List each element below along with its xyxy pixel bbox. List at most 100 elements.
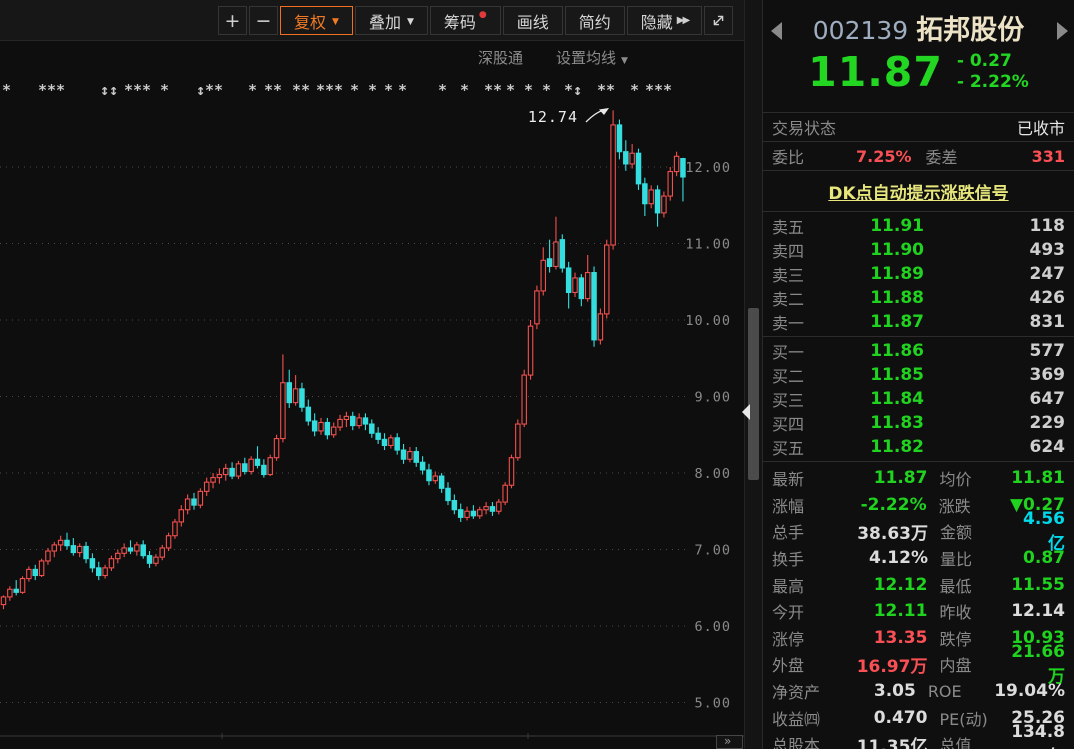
candlestick [661,195,667,214]
candlestick [337,418,343,428]
candlestick [235,463,242,477]
candlestick [489,506,496,512]
weibi-row: 委比 7.25% 委差 331 [763,142,1074,171]
toolbar-button-复权[interactable]: 复权 ▼ [280,6,353,35]
bid-row[interactable]: 买二 11.85 369 [772,363,1065,387]
level-volume: 831 [1029,312,1066,332]
candlestick [476,509,483,517]
candlestick [70,545,77,554]
stat-label: 换手 [772,550,805,570]
toolbar-button-+[interactable]: + [218,6,247,35]
ma-setting-dropdown[interactable]: 设置均线 ▼ [556,47,628,68]
expand-bottom-right-button[interactable]: » [716,735,743,749]
price-change: - 0.27 - 2.22% [957,51,1029,93]
candlestick [623,151,629,165]
bid-row[interactable]: 买五 11.82 624 [772,435,1065,459]
candlestick [216,473,223,479]
ask-row[interactable]: 卖二 11.88 426 [772,286,1065,310]
event-marker: * [368,81,377,99]
bid-row[interactable]: 买三 11.84 647 [772,387,1065,411]
kline-chart-pane[interactable]: 12.00 11.00 10.00 9.00 8.00 7.00 6.00 5.00 * *** ↕… [0,0,744,749]
level-label: 卖五 [772,218,805,237]
bid-row[interactable]: 买一 11.86 577 [772,339,1065,363]
trade-status-label: 交易状态 [772,119,837,138]
stat-row: 总股本 11.35亿总值 134.8亿 [772,722,1065,749]
candlestick [527,325,534,376]
panel-divider [742,0,762,749]
candlestick [667,171,673,197]
double-right-arrow-icon: ▶▶ [676,15,690,26]
candlestick [26,568,32,580]
dk-signal-link[interactable]: DK点自动提示涨跌信号 [828,179,1008,204]
candlestick [534,290,540,325]
candlestick [96,567,102,577]
weibi-label: 委比 [772,148,805,167]
axis-tick-label: 8.00 [694,466,731,482]
candlestick-chart[interactable]: 12.0011.0010.009.008.007.006.005.00* *** ↕… [0,0,744,749]
candlestick [591,272,597,341]
stat-value: 16.97万 [856,656,928,677]
divider-scroll-thumb[interactable] [742,308,759,480]
collapse-arrow-icon[interactable] [742,404,750,420]
toolbar-button-−[interactable]: − [249,6,278,35]
candlestick [89,558,96,569]
ask-row[interactable]: 卖五 11.91 118 [772,214,1065,238]
candlestick [172,521,178,537]
event-marker: *** [645,81,672,99]
toolbar-button-筹码[interactable]: 筹码 ● [429,6,501,35]
expand-arrows-icon [713,15,724,26]
candlestick [540,259,546,292]
candlestick [115,552,121,560]
candlestick [394,437,400,451]
level-label: 卖四 [772,242,805,261]
candlestick [102,567,108,577]
event-marker: * [438,81,447,99]
candlestick [565,267,572,294]
candlestick [451,499,458,511]
candlestick [521,374,527,425]
candlestick [610,124,616,246]
stat-value: 11.35亿 [856,736,928,749]
bid-row[interactable]: 买四 11.83 229 [772,411,1065,435]
stat-row: 最新 11.87 均价 11.81 [772,465,1065,492]
level-volume: 493 [1029,240,1066,260]
toolbar-button-画线[interactable]: 画线 [502,6,563,35]
candlestick [445,487,451,502]
weicha-value: 331 [1031,146,1065,166]
event-marker: *** [316,81,343,99]
axis-tick-label: 6.00 [694,619,731,635]
stock-code: 002139 [812,16,909,45]
axis-tick-label: 10.00 [685,313,731,329]
toolbar-button-隐藏[interactable]: 隐藏 ▶▶ [626,6,703,35]
stat-value: -2.22% [860,494,927,515]
level-volume: 118 [1029,216,1066,236]
ask-row[interactable]: 卖一 11.87 831 [772,310,1065,334]
stat-value: 38.63万 [857,523,928,544]
level-volume: 624 [1029,437,1066,457]
toolbar-button-叠加[interactable]: 叠加 ▼ [354,6,428,35]
stat-value: 134.8亿 [1011,721,1065,749]
ask-row[interactable]: 卖四 11.90 493 [772,238,1065,262]
stat-label: 涨跌 [938,496,971,516]
level-label: 卖二 [772,290,805,309]
candlestick [153,556,159,564]
candlestick [13,588,19,593]
candlestick [470,510,477,517]
candlestick [121,547,127,554]
weicha-label: 委差 [925,148,958,167]
level-volume: 247 [1029,264,1066,284]
fullscreen-button[interactable] [704,6,734,35]
candlestick [343,415,350,421]
candlestick [19,578,26,593]
candlestick [267,457,273,476]
toolbar-button-简约[interactable]: 简约 [564,6,625,35]
candlestick [146,555,153,564]
price-line: 11.87 - 0.27 - 2.22% [763,48,1074,96]
candlestick [648,189,654,205]
candlestick [432,475,439,482]
last-price: 11.87 [808,48,943,96]
candlestick [197,490,204,506]
ask-row[interactable]: 卖三 11.89 247 [772,262,1065,286]
candlestick [305,406,312,422]
level-label: 卖三 [772,266,805,285]
